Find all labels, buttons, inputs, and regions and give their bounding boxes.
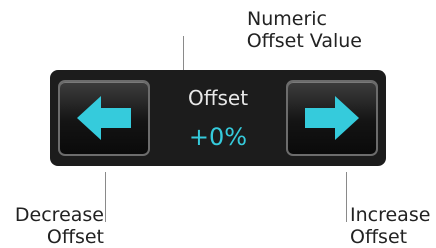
callout-line: Offset [46, 226, 104, 248]
decrease-offset-button[interactable] [58, 80, 150, 156]
callout-line: Numeric [247, 8, 327, 30]
offset-readout: Offset +0% [154, 76, 282, 160]
callout-line: Offset Value [246, 30, 362, 52]
increase-offset-callout: Increase Offset [350, 204, 430, 248]
offset-label: Offset [187, 86, 249, 110]
numeric-offset-value-callout: Numeric Offset Value [0, 8, 362, 52]
decrease-offset-leader-line [105, 172, 106, 222]
offset-value: +0% [188, 123, 248, 151]
increase-offset-leader-line [346, 172, 347, 222]
callout-line: Decrease [14, 204, 104, 226]
left-arrow-icon [77, 96, 131, 140]
callout-line: Increase [350, 204, 431, 226]
decrease-offset-callout: Decrease Offset [4, 204, 104, 248]
offset-control-bar: Offset +0% [50, 70, 386, 166]
increase-offset-button[interactable] [286, 80, 378, 156]
right-arrow-icon [305, 96, 359, 140]
callout-line: Offset [350, 226, 408, 248]
